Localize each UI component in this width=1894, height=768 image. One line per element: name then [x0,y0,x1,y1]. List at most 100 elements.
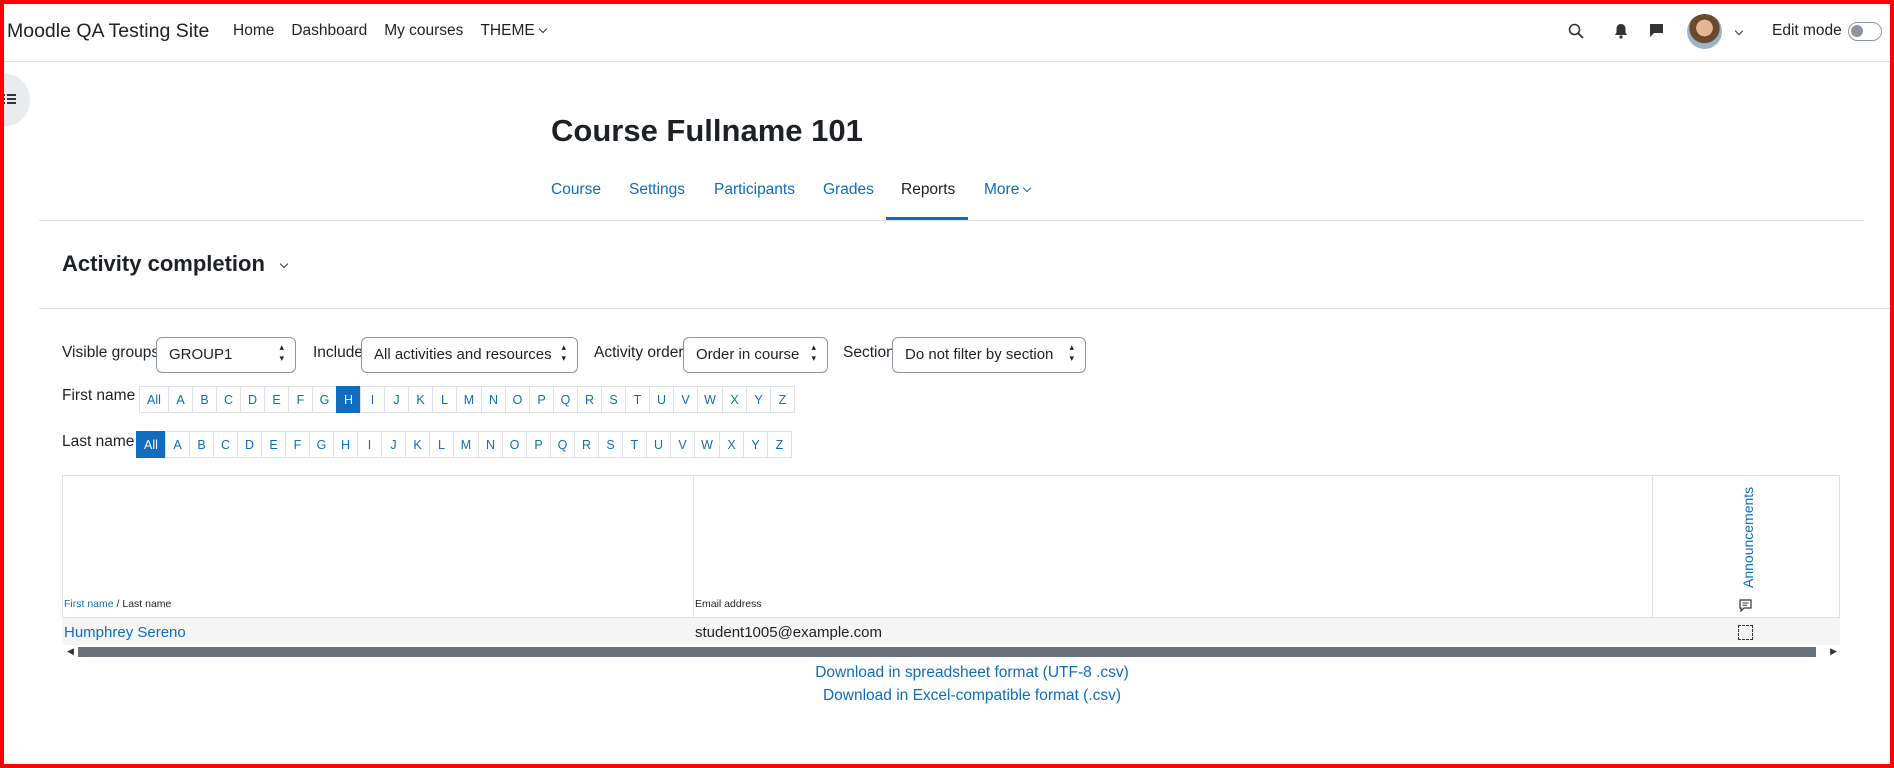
initial-a[interactable]: A [168,386,193,413]
initial-z[interactable]: Z [767,431,792,458]
tab-settings[interactable]: Settings [629,181,685,199]
search-icon[interactable] [1568,23,1584,39]
initial-v[interactable]: V [670,431,695,458]
initial-c[interactable]: C [213,431,238,458]
initial-x[interactable]: X [719,431,744,458]
initial-w[interactable]: W [697,386,723,413]
initial-e[interactable]: E [261,431,286,458]
download-excel-csv-link[interactable]: Download in Excel-compatible format (.cs… [0,687,1894,705]
initial-k[interactable]: K [408,386,433,413]
tab-more-label: More [984,181,1020,198]
initial-k[interactable]: K [405,431,430,458]
initial-j[interactable]: J [384,386,409,413]
initial-t[interactable]: T [622,431,647,458]
download-utf8-csv-link[interactable]: Download in spreadsheet format (UTF-8 .c… [0,664,1894,682]
initial-y[interactable]: Y [746,386,771,413]
activity-announcements-link[interactable]: Announcements [1740,487,1756,588]
edit-mode-toggle[interactable] [1848,22,1882,41]
report-selector-chevron-icon[interactable] [279,259,289,269]
scroll-right-icon[interactable]: ▶ [1830,646,1837,657]
activity-order-select[interactable]: Order in course [683,337,828,373]
initial-t[interactable]: T [625,386,650,413]
initial-q[interactable]: Q [553,386,578,413]
visible-groups-label: Visible groups [62,344,160,361]
site-name[interactable]: Moodle QA Testing Site [7,20,209,43]
initial-o[interactable]: O [505,386,530,413]
initial-l[interactable]: L [432,386,457,413]
messages-icon[interactable] [1649,23,1664,38]
table-row [62,618,1840,645]
nav-theme[interactable]: THEME [480,22,547,40]
forum-icon [1739,599,1752,612]
visible-groups-select[interactable]: GROUP1 [156,337,296,373]
initial-g[interactable]: G [312,386,337,413]
initial-e[interactable]: E [264,386,289,413]
include-select[interactable]: All activities and resources [361,337,578,373]
tabs-divider [39,220,1864,221]
initial-y[interactable]: Y [743,431,768,458]
email-column-header: Email address [695,598,762,610]
user-email: student1005@example.com [695,624,883,641]
sort-last-name-link[interactable]: Last name [122,598,171,610]
sort-first-name-link[interactable]: First name [64,598,114,610]
initial-all[interactable]: All [136,431,166,458]
bell-icon[interactable] [1614,23,1628,39]
section-select[interactable]: Do not filter by section [892,337,1086,373]
initial-all[interactable]: All [139,386,169,413]
report-heading[interactable]: Activity completion [62,251,265,277]
initial-q[interactable]: Q [550,431,575,458]
nav-my-courses[interactable]: My courses [384,22,463,40]
initial-s[interactable]: S [601,386,626,413]
initial-i[interactable]: I [360,386,385,413]
nav-dashboard[interactable]: Dashboard [291,22,367,40]
tab-participants[interactable]: Participants [714,181,795,199]
initial-b[interactable]: B [189,431,214,458]
initial-f[interactable]: F [285,431,310,458]
user-name-link[interactable]: Humphrey Sereno [64,624,186,641]
initial-u[interactable]: U [649,386,674,413]
initial-x[interactable]: X [722,386,747,413]
initial-d[interactable]: D [240,386,265,413]
scroll-left-icon[interactable]: ◀ [67,646,74,657]
tab-grades[interactable]: Grades [823,181,874,199]
heading-divider [39,308,1894,309]
initial-p[interactable]: P [526,431,551,458]
horizontal-scrollbar[interactable]: ◀ ▶ [62,645,1840,659]
initial-l[interactable]: L [429,431,454,458]
avatar[interactable] [1687,14,1722,49]
initial-s[interactable]: S [598,431,623,458]
initial-o[interactable]: O [502,431,527,458]
initial-b[interactable]: B [192,386,217,413]
last-name-filter-label: Last name [62,433,135,450]
initial-m[interactable]: M [453,431,479,458]
initial-p[interactable]: P [529,386,554,413]
initial-g[interactable]: G [309,431,334,458]
scrollbar-thumb[interactable] [78,647,1816,657]
initial-a[interactable]: A [165,431,190,458]
page-title: Course Fullname 101 [551,113,863,148]
initial-h[interactable]: H [333,431,358,458]
nav-theme-label: THEME [480,22,535,39]
initial-n[interactable]: N [481,386,506,413]
initial-m[interactable]: M [456,386,482,413]
initial-v[interactable]: V [673,386,698,413]
initial-z[interactable]: Z [770,386,795,413]
first-name-filter-label: First name [62,387,136,404]
initial-w[interactable]: W [694,431,720,458]
tab-reports[interactable]: Reports [901,181,955,199]
column-divider [693,476,694,617]
initial-f[interactable]: F [288,386,313,413]
initial-r[interactable]: R [577,386,602,413]
initial-j[interactable]: J [381,431,406,458]
initial-r[interactable]: R [574,431,599,458]
initial-i[interactable]: I [357,431,382,458]
initial-n[interactable]: N [478,431,503,458]
initial-d[interactable]: D [237,431,262,458]
tab-more[interactable]: More [984,181,1032,199]
initial-h[interactable]: H [336,386,361,413]
nav-home[interactable]: Home [233,22,274,40]
completion-checkbox[interactable] [1738,625,1753,640]
tab-course[interactable]: Course [551,181,601,199]
initial-u[interactable]: U [646,431,671,458]
initial-c[interactable]: C [216,386,241,413]
